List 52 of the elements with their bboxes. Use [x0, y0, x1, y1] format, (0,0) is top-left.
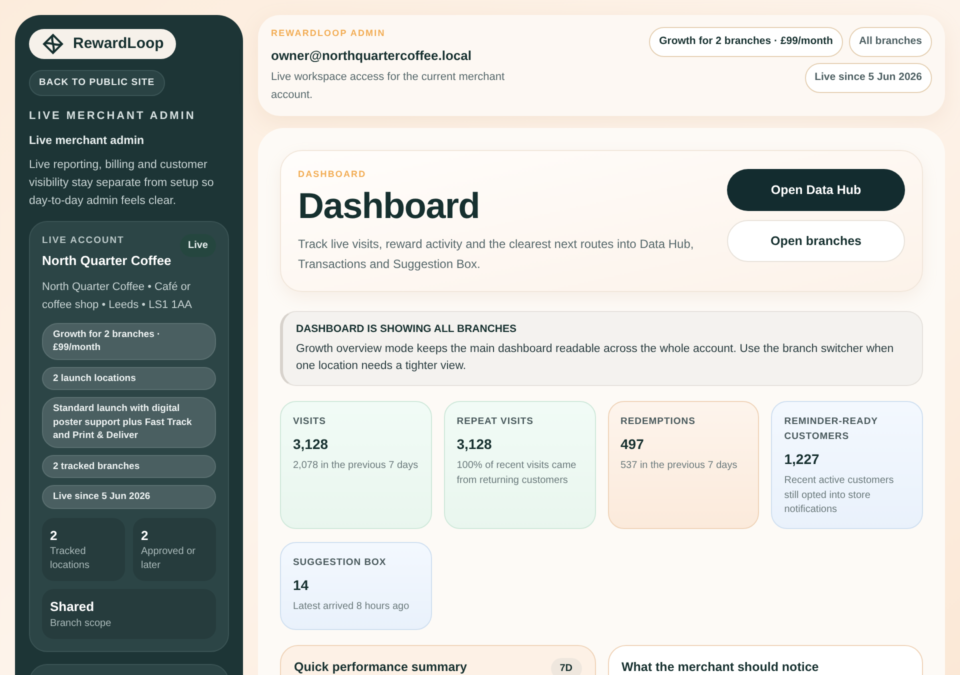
metric-value: 3,128: [293, 435, 330, 454]
section-label: LIVE MERCHANT ADMIN: [29, 109, 196, 124]
stat-value: 2: [141, 526, 150, 545]
panel-title: Quick performance summary: [294, 658, 467, 675]
notice-title: DASHBOARD IS SHOWING ALL BRANCHES: [296, 322, 518, 336]
metric-value: 14: [293, 576, 310, 596]
stat-value: 2: [50, 526, 58, 545]
metric-value: 3,128: [456, 435, 493, 454]
account-label: LIVE ACCOUNT: [42, 234, 126, 248]
page-title: Dashboard: [298, 184, 481, 228]
metric-note: 100% of recent visits came from returning customers: [456, 459, 578, 488]
account-details: North Quarter Coffee • Café or coffee shop • Leeds • LS1 1AA: [42, 280, 193, 313]
metric-label: REMINDER-READY CUSTOMERS: [784, 415, 879, 444]
stat-label: Branch scope: [50, 616, 112, 631]
metric-label: REPEAT VISITS: [456, 415, 534, 430]
header-pill: Growth for 2 branches · £99/month: [649, 27, 843, 57]
stat-value: Shared: [50, 598, 96, 616]
metric-label: SUGGESTION BOX: [293, 556, 388, 570]
account-chip: Growth for 2 branches · £99/month: [42, 322, 216, 360]
header-pill: Live since 5 Jun 2026: [804, 62, 932, 92]
metric-label: VISITS: [293, 415, 327, 430]
metric-note: Recent active customers still opted into store notifications: [784, 474, 895, 518]
account-chip: 2 tracked branches: [42, 454, 216, 478]
action-button[interactable]: Open branches: [727, 220, 905, 262]
metric-note: 2,078 in the previous 7 days: [293, 459, 419, 474]
sidebar-description: Live reporting, billing and customer visibility stay separate from setup so day-to-day admin feels clear.: [29, 158, 215, 209]
status-badge: Live: [180, 234, 216, 257]
account-email: owner@northquartercoffee.local: [271, 46, 472, 65]
panel-title: What the merchant should notice: [622, 658, 819, 675]
metric-label: REDEMPTIONS: [620, 415, 696, 430]
stat-label: Tracked locations: [50, 545, 90, 574]
account-chip: Standard launch with digital poster support plus Fast Track and Print & Deliver: [42, 397, 216, 448]
account-name: North Quarter Coffee: [42, 252, 172, 270]
header-description: Live workspace access for the current merchant account.: [271, 70, 506, 103]
sidebar-heading: Live merchant admin: [29, 134, 144, 149]
brand-logo[interactable]: RewardLoop: [29, 29, 176, 59]
action-button[interactable]: Open Data Hub: [727, 169, 905, 211]
header-pill: All branches: [848, 27, 932, 57]
stat-label: Approved or later: [141, 545, 196, 574]
back-link[interactable]: BACK TO PUBLIC SITE: [29, 70, 165, 96]
hero-eyebrow: DASHBOARD: [298, 168, 368, 181]
metric-value: 497: [620, 435, 645, 454]
header-eyebrow: REWARDLOOP ADMIN: [271, 27, 386, 40]
account-chip: 2 launch locations: [42, 366, 216, 390]
notice-text: Growth overview mode keeps the main dashboard readable across the whole account. Use the branch switcher when one location needs a tighter view.: [296, 342, 895, 374]
brand-name: RewardLoop: [73, 34, 164, 54]
account-chip: Live since 5 Jun 2026: [42, 485, 216, 509]
metric-note: 537 in the previous 7 days: [620, 459, 738, 474]
hero-description: Track live visits, reward activity and the clearest next routes into Data Hub, Transactions and Suggestion Box.: [298, 236, 695, 272]
metric-value: 1,227: [784, 450, 820, 470]
period-badge: 7D: [550, 658, 582, 675]
metric-note: Latest arrived 8 hours ago: [293, 600, 410, 614]
